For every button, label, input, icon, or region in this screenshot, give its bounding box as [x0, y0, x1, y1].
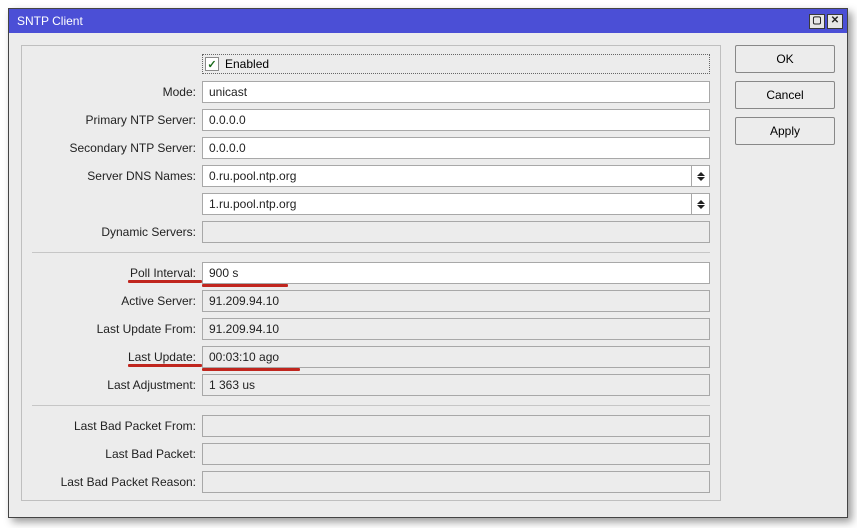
poll-interval-input[interactable] — [202, 262, 710, 284]
form-panel: ✓ Enabled Mode: Primary NTP Server: — [21, 45, 721, 501]
highlight-line — [128, 364, 202, 367]
label-last-adjustment: Last Adjustment: — [32, 378, 202, 392]
ok-button[interactable]: OK — [735, 45, 835, 73]
divider-1 — [32, 252, 710, 253]
dialog-window: SNTP Client ▢ ✕ ✓ Enabled — [8, 8, 848, 518]
last-update-value: 00:03:10 ago — [202, 346, 710, 368]
row-primary-ntp: Primary NTP Server: — [32, 106, 710, 134]
section-bad-packet: Last Bad Packet From: Last Bad Packet: L… — [32, 408, 710, 500]
row-dynamic-servers: Dynamic Servers: — [32, 218, 710, 246]
button-column: OK Cancel Apply — [735, 45, 835, 145]
chevron-down-icon — [697, 177, 705, 181]
last-update-from-value: 91.209.94.10 — [202, 318, 710, 340]
label-dns: Server DNS Names: — [32, 169, 202, 183]
dynamic-servers-value — [202, 221, 710, 243]
label-last-bad-reason: Last Bad Packet Reason: — [32, 475, 202, 489]
row-secondary-ntp: Secondary NTP Server: — [32, 134, 710, 162]
enabled-checkbox[interactable]: ✓ Enabled — [202, 54, 710, 74]
enabled-label: Enabled — [225, 57, 269, 71]
row-mode: Mode: — [32, 78, 710, 106]
last-bad-from-value — [202, 415, 710, 437]
chevron-down-icon — [697, 205, 705, 209]
label-poll-interval: Poll Interval: — [32, 266, 202, 280]
highlight-line — [128, 280, 202, 283]
label-secondary-ntp: Secondary NTP Server: — [32, 141, 202, 155]
secondary-ntp-input[interactable] — [202, 137, 710, 159]
dns2-spinner[interactable] — [692, 193, 710, 215]
last-bad-reason-value — [202, 471, 710, 493]
last-adjustment-value: 1 363 us — [202, 374, 710, 396]
active-server-value: 91.209.94.10 — [202, 290, 710, 312]
cancel-button[interactable]: Cancel — [735, 81, 835, 109]
label-last-update: Last Update: — [32, 350, 202, 364]
row-last-bad: Last Bad Packet: — [32, 440, 710, 468]
last-bad-value — [202, 443, 710, 465]
dns1-spinner[interactable] — [692, 165, 710, 187]
highlight-line — [202, 284, 288, 287]
close-button[interactable]: ✕ — [827, 14, 843, 29]
primary-ntp-input[interactable] — [202, 109, 710, 131]
chevron-up-icon — [697, 200, 705, 204]
close-icon: ✕ — [831, 16, 839, 26]
maximize-icon: ▢ — [812, 16, 821, 26]
row-active-server: Active Server: 91.209.94.10 — [32, 287, 710, 315]
highlight-line — [202, 368, 300, 371]
label-primary-ntp: Primary NTP Server: — [32, 113, 202, 127]
check-icon: ✓ — [205, 57, 219, 71]
window-title: SNTP Client — [17, 14, 807, 28]
label-last-bad-from: Last Bad Packet From: — [32, 419, 202, 433]
apply-button[interactable]: Apply — [735, 117, 835, 145]
label-last-bad: Last Bad Packet: — [32, 447, 202, 461]
section-status: Poll Interval: Active Server: 91.209.94.… — [32, 255, 710, 403]
row-enabled: ✓ Enabled — [32, 50, 710, 78]
chevron-up-icon — [697, 172, 705, 176]
divider-2 — [32, 405, 710, 406]
row-last-bad-reason: Last Bad Packet Reason: — [32, 468, 710, 496]
label-last-update-from: Last Update From: — [32, 322, 202, 336]
maximize-button[interactable]: ▢ — [809, 14, 825, 29]
row-last-adjustment: Last Adjustment: 1 363 us — [32, 371, 710, 399]
client-area: ✓ Enabled Mode: Primary NTP Server: — [9, 33, 847, 513]
dns1-input[interactable] — [202, 165, 692, 187]
label-dynamic-servers: Dynamic Servers: — [32, 225, 202, 239]
section-general: ✓ Enabled Mode: Primary NTP Server: — [32, 46, 710, 250]
row-last-update: Last Update: 00:03:10 ago — [32, 343, 710, 371]
label-mode: Mode: — [32, 85, 202, 99]
row-dns1: Server DNS Names: — [32, 162, 710, 190]
row-last-update-from: Last Update From: 91.209.94.10 — [32, 315, 710, 343]
label-active-server: Active Server: — [32, 294, 202, 308]
mode-input[interactable] — [202, 81, 710, 103]
row-poll-interval: Poll Interval: — [32, 259, 710, 287]
dns2-input[interactable] — [202, 193, 692, 215]
row-dns2 — [32, 190, 710, 218]
titlebar: SNTP Client ▢ ✕ — [9, 9, 847, 33]
row-last-bad-from: Last Bad Packet From: — [32, 412, 710, 440]
